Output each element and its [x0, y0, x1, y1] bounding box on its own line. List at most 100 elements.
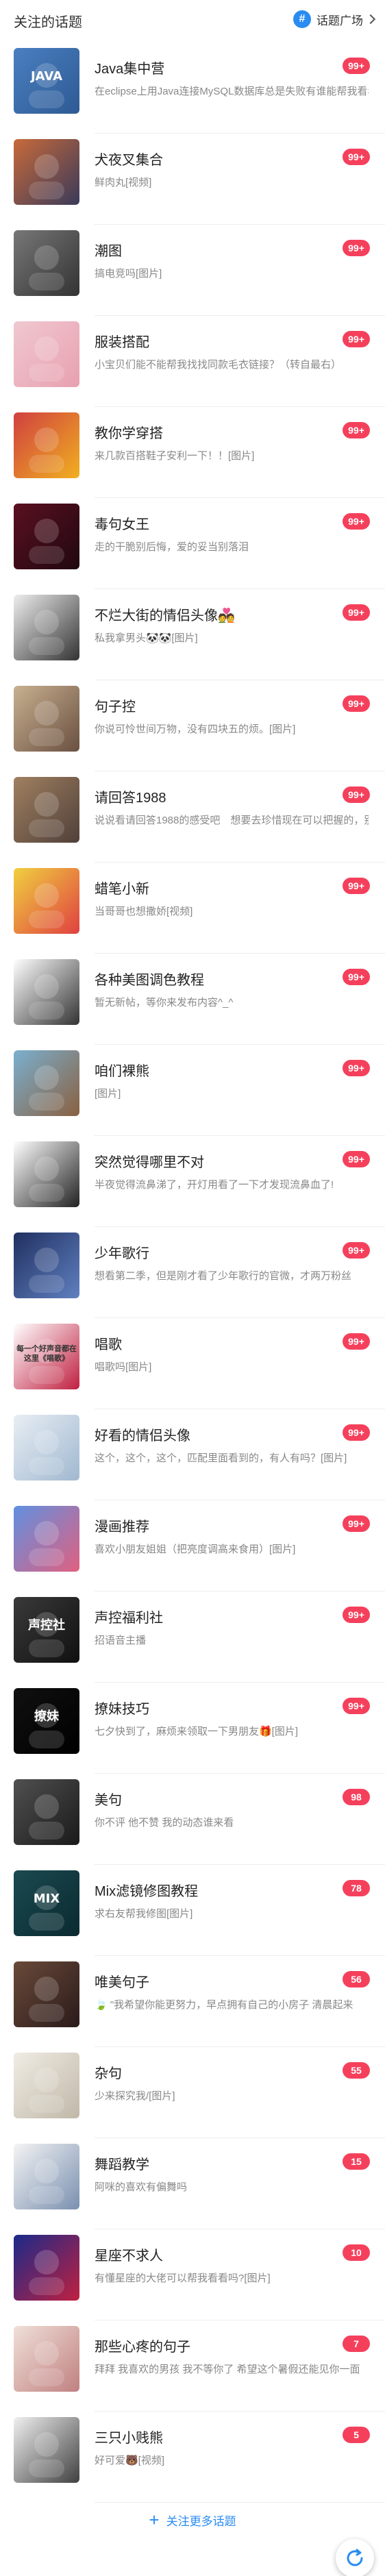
thumbnail-text: 撩妹 [34, 1709, 59, 1724]
topic-title: Mix滤镜修图教程 [95, 1884, 199, 1899]
unread-count-badge: 99+ [343, 1060, 370, 1076]
topic-title: 突然觉得哪里不对 [95, 1155, 204, 1170]
topic-latest-post: 想看第二季，但是刚才看了少年歌行的官微，才两万粉丝 [95, 1270, 352, 1282]
topic-latest-post: 暂无新帖，等你来发布内容^_^ [95, 997, 234, 1008]
unread-count-badge: 99+ [343, 331, 370, 347]
topic-latest-post: 来几款百搭鞋子安利一下！！[图片] [95, 450, 255, 462]
topic-row[interactable]: 潮图 搞电竞吗[图片] 99+ [0, 225, 385, 316]
topic-thumbnail [14, 2235, 79, 2301]
topic-row[interactable]: 教你学穿搭 来几款百搭鞋子安利一下！！[图片] 99+ [0, 407, 385, 498]
topic-title: 漫画推荐 [95, 1520, 149, 1535]
plus-icon: + [149, 2510, 160, 2530]
topic-plaza-link[interactable]: # 话题广场 [293, 9, 376, 29]
topic-thumbnail [14, 2053, 79, 2118]
refresh-button[interactable] [336, 2539, 374, 2576]
topic-row[interactable]: 各种美图调色教程暂无新帖，等你来发布内容^_^ 99+ [0, 954, 385, 1045]
topic-title: 杂句 [95, 2066, 122, 2081]
topic-row[interactable]: 星座不求人 有懂星座的大佬可以帮我看看吗?[图片] 10 [0, 2229, 385, 2320]
topic-row[interactable]: MIX Mix滤镜修图教程 求右友帮我修图[图片] 78 [0, 1865, 385, 1956]
topic-thumbnail: MIX [14, 1870, 79, 1936]
topic-row[interactable]: 毒句女王 走的干脆别后悔，爱的妥当别落泪 99+ [0, 498, 385, 589]
unread-count-badge: 99+ [343, 58, 370, 74]
follow-more-button[interactable]: + 关注更多话题 [0, 2506, 385, 2534]
topic-row[interactable]: 唯美句子 🍃 "我希望你能更努力，早点拥有自己的小房子 清晨起来 56 [0, 1956, 385, 2047]
topic-row[interactable]: 声控社 声控福利社 招语音主播 99+ [0, 1592, 385, 1683]
unread-count-badge: 55 [343, 2062, 370, 2079]
topic-thumbnail [14, 1961, 79, 2027]
topic-thumbnail: 每一个好声音都在这里《唱歌》 [14, 1324, 79, 1389]
topic-latest-post: 在eclipse上用Java连接MySQL数据库总是失败有谁能帮我看看 [95, 86, 369, 97]
topic-title: 咱们裸熊 [95, 1064, 149, 1079]
topic-latest-post: 喜欢小朋友姐姐（把亮度调高来食用）[图片] [95, 1544, 296, 1555]
topic-thumbnail: 撩妹 [14, 1688, 79, 1754]
topic-thumbnail [14, 595, 79, 660]
topic-thumbnail [14, 959, 79, 1025]
topic-list: JAVA Java集中营 在eclipse上用Java连接MySQL数据库总是失败有… [0, 42, 385, 2503]
topic-title: 美句 [95, 1793, 122, 1808]
topic-row[interactable]: 撩妹 撩妹技巧 七夕快到了，麻烦来领取一下男朋友🎁[图片] 99+ [0, 1683, 385, 1774]
topic-row[interactable]: 少年歌行 想看第二季，但是刚才看了少年歌行的官微，才两万粉丝 99+ [0, 1227, 385, 1318]
topic-row[interactable]: 不烂大街的情侣头像💑 私我拿男头🐼🐼[图片] 99+ [0, 589, 385, 680]
topic-latest-post: 有懂星座的大佬可以帮我看看吗?[图片] [95, 2272, 271, 2284]
topic-row[interactable]: 请回答1988 说说看请回答1988的感受吧 想要去珍惜现在可以把握的，别再等到失… [0, 771, 385, 863]
topic-title: 唱歌 [95, 1337, 122, 1352]
topic-title: 不烂大街的情侣头像💑 [95, 608, 235, 623]
unread-count-badge: 99+ [343, 787, 370, 803]
topic-latest-post: 当哥哥也想撒娇[视频] [95, 906, 193, 917]
topic-title: 各种美图调色教程 [95, 973, 204, 988]
topic-thumbnail [14, 2326, 79, 2392]
topic-latest-post: 七夕快到了，麻烦来领取一下男朋友🎁[图片] [95, 1726, 299, 1737]
topic-thumbnail: 声控社 [14, 1597, 79, 1663]
unread-count-badge: 7 [343, 2336, 370, 2352]
topic-thumbnail [14, 230, 79, 296]
topic-row[interactable]: JAVA Java集中营 在eclipse上用Java连接MySQL数据库总是失败有… [0, 42, 385, 134]
topic-latest-post: 私我拿男头🐼🐼[图片] [95, 632, 198, 644]
topic-title: 请回答1988 [95, 791, 166, 806]
unread-count-badge: 99+ [343, 1424, 370, 1441]
topic-latest-post: [图片] [95, 1088, 121, 1100]
topic-row[interactable]: 杂句 少来探究我/[图片] 55 [0, 2047, 385, 2138]
topic-row[interactable]: 漫画推荐 喜欢小朋友姐姐（把亮度调高来食用）[图片] 99+ [0, 1500, 385, 1592]
topic-latest-post: 求右友帮我修图[图片] [95, 1908, 193, 1920]
header: 关注的话题 # 话题广场 [0, 0, 385, 38]
topic-row[interactable]: 犬夜叉集合 鲜肉丸[视频] 99+ [0, 134, 385, 225]
topic-title: 毒句女王 [95, 517, 149, 532]
topic-title: 少年歌行 [95, 1246, 149, 1261]
topic-row[interactable]: 咱们裸熊 [图片] 99+ [0, 1045, 385, 1136]
topic-latest-post: 好可爱🐻[视频] [95, 2455, 165, 2466]
unread-count-badge: 99+ [343, 240, 370, 256]
unread-count-badge: 56 [343, 1971, 370, 1987]
topic-row[interactable]: 句子控 你说可怜世间万物，没有四块五的烦。[图片] 99+ [0, 680, 385, 771]
topic-thumbnail [14, 868, 79, 934]
topic-title: 犬夜叉集合 [95, 153, 163, 168]
topic-row[interactable]: 那些心疼的句子 拜拜 我喜欢的男孩 我不等你了 希望这个暑假还能见你一面 7 [0, 2320, 385, 2412]
unread-count-badge: 99+ [343, 1333, 370, 1350]
topic-thumbnail [14, 1233, 79, 1298]
unread-count-badge: 99+ [343, 604, 370, 621]
topic-latest-post: 说说看请回答1988的感受吧 想要去珍惜现在可以把握的，别再等到失去 [95, 815, 369, 826]
topic-row[interactable]: 突然觉得哪里不对 半夜觉得流鼻涕了，开灯用看了一下才发现流鼻血了! 99+ [0, 1136, 385, 1227]
topic-latest-post: 🍃 "我希望你能更努力，早点拥有自己的小房子 清晨起来 [95, 1999, 353, 2011]
topic-latest-post: 你说可怜世间万物，没有四块五的烦。[图片] [95, 723, 296, 735]
topic-thumbnail [14, 1141, 79, 1207]
unread-count-badge: 99+ [343, 422, 370, 438]
topic-title: Java集中营 [95, 62, 165, 77]
unread-count-badge: 99+ [343, 969, 370, 985]
unread-count-badge: 98 [343, 1789, 370, 1805]
topic-row[interactable]: 每一个好声音都在这里《唱歌》 唱歌 唱歌吗[图片] 99+ [0, 1318, 385, 1409]
topic-title: 声控福利社 [95, 1611, 163, 1626]
topic-thumbnail [14, 504, 79, 569]
topic-row[interactable]: 三只小贱熊 好可爱🐻[视频] 5 [0, 2412, 385, 2503]
topic-row[interactable]: 服装搭配 小宝贝们能不能帮我找找同款毛衣链接？（转自最右） 99+ [0, 316, 385, 407]
topic-row[interactable]: 好看的情侣头像 这个，这个，这个，匹配里面看到的，有人有吗？[图片] 99+ [0, 1409, 385, 1500]
topic-title: 好看的情侣头像 [95, 1428, 190, 1444]
unread-count-badge: 78 [343, 1880, 370, 1896]
topic-latest-post: 鲜肉丸[视频] [95, 177, 152, 188]
topic-thumbnail [14, 1050, 79, 1116]
topic-row[interactable]: 美句 你不评 他不赞 我的动态谁来看 98 [0, 1774, 385, 1865]
topic-title: 星座不求人 [95, 2249, 163, 2264]
topic-latest-post: 走的干脆别后悔，爱的妥当别落泪 [95, 541, 249, 553]
topic-row[interactable]: 蜡笔小新 当哥哥也想撒娇[视频] 99+ [0, 863, 385, 954]
topic-thumbnail [14, 139, 79, 205]
topic-row[interactable]: 舞蹈教学 阿咪的喜欢有偏舞吗 15 [0, 2138, 385, 2229]
